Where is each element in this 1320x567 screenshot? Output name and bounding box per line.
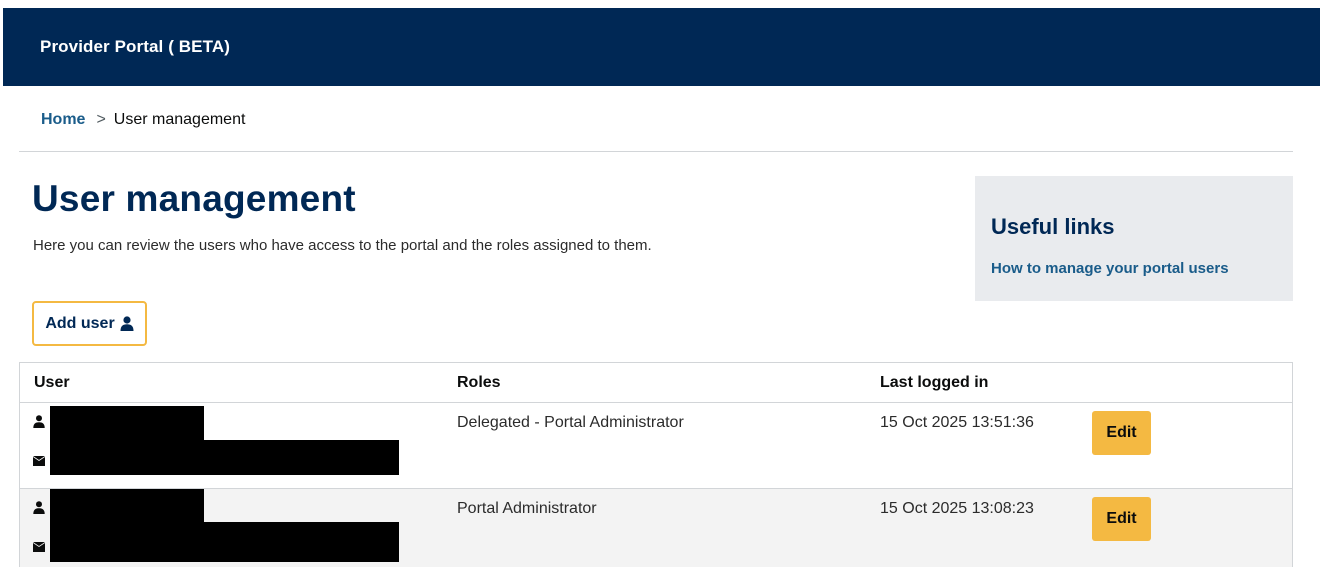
table-header-row: User Roles Last logged in	[20, 363, 1292, 403]
envelope-icon	[33, 542, 45, 552]
redacted-user-name	[50, 406, 204, 440]
useful-links-heading: Useful links	[991, 214, 1115, 239]
redacted-user-email	[50, 522, 399, 562]
column-header-roles: Roles	[457, 374, 501, 391]
header-divider	[19, 151, 1293, 152]
column-header-last-logged-in: Last logged in	[880, 374, 989, 391]
user-icon	[120, 316, 134, 331]
page-intro: Here you can review the users who have a…	[33, 237, 652, 254]
useful-links-panel: Useful links How to manage your portal u…	[975, 176, 1293, 301]
last-logged-in: 15 Oct 2025 13:51:36	[880, 414, 1034, 431]
last-logged-in: 15 Oct 2025 13:08:23	[880, 500, 1034, 517]
table-row: Portal Administrator 15 Oct 2025 13:08:2…	[20, 489, 1292, 567]
redacted-user-email	[50, 440, 399, 475]
users-table: User Roles Last logged in Delegated - Po…	[19, 362, 1293, 567]
breadcrumb-current: User management	[113, 111, 246, 128]
portal-title: Provider Portal ( BETA)	[40, 37, 230, 56]
user-role: Delegated - Portal Administrator	[457, 414, 684, 431]
add-user-label: Add user	[45, 314, 115, 332]
breadcrumb-separator: >	[96, 111, 106, 128]
column-header-user: User	[34, 374, 70, 391]
page-title: User management	[32, 178, 356, 219]
redacted-user-name	[50, 489, 204, 522]
table-row: Delegated - Portal Administrator 15 Oct …	[20, 403, 1292, 489]
envelope-icon	[33, 456, 45, 466]
breadcrumb: Home > User management	[41, 111, 245, 129]
edit-user-button[interactable]: Edit	[1092, 497, 1151, 541]
add-user-button[interactable]: Add user	[32, 301, 147, 346]
manage-portal-users-link[interactable]: How to manage your portal users	[991, 260, 1229, 277]
site-header: Provider Portal ( BETA)	[3, 8, 1320, 86]
user-icon	[33, 415, 45, 428]
breadcrumb-home-link[interactable]: Home	[41, 111, 85, 129]
user-role: Portal Administrator	[457, 500, 597, 517]
user-icon	[33, 501, 45, 514]
edit-user-button[interactable]: Edit	[1092, 411, 1151, 455]
